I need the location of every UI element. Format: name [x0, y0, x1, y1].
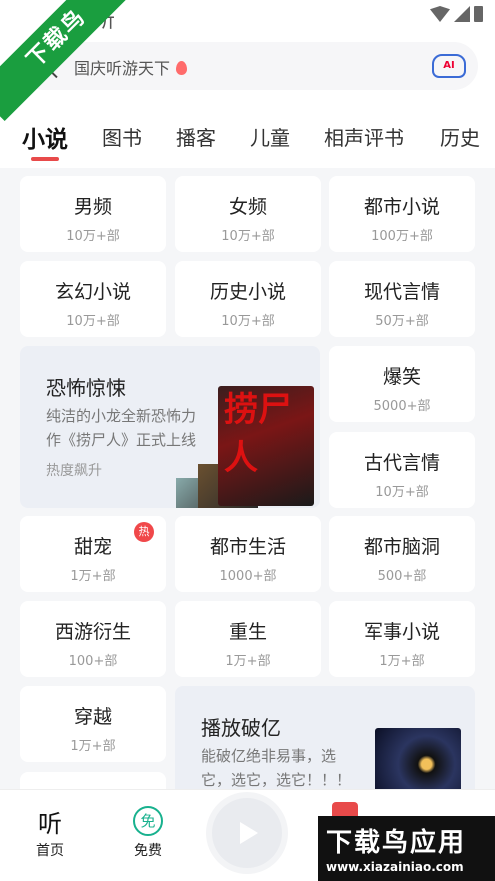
category-name: 西游衍生 — [54, 621, 131, 643]
category-count: 100+部 — [68, 654, 118, 669]
category-name: 男频 — [73, 196, 112, 218]
category-name: 古代言情 — [363, 452, 440, 474]
free-icon: 免 — [133, 806, 163, 836]
feature-card-horror[interactable]: 恐怖惊悚 纯洁的小龙全新恐怖力作《捞尸人》正式上线 热度飙升 捞尸人 — [20, 346, 320, 508]
book-cover-main: 捞尸人 — [218, 386, 314, 506]
category-card-time-travel[interactable]: 穿越 1万+部 — [20, 686, 166, 762]
category-count: 500+部 — [377, 569, 427, 584]
category-card-sweet[interactable]: 甜宠 1万+部 热 — [20, 516, 166, 592]
category-card-fantasy[interactable]: 玄幻小说 10万+部 — [20, 261, 166, 337]
feature-card-hit[interactable]: 播放破亿 能破亿绝非易事，选它，选它，选它！！！ — [175, 686, 475, 789]
listen-icon: 听 — [38, 810, 62, 838]
tab-indicator — [31, 157, 59, 161]
category-card-urban-life[interactable]: 都市生活 1000+部 — [175, 516, 321, 592]
category-card-female[interactable]: 女频 10万+部 — [175, 176, 321, 252]
category-card-male[interactable]: 男频 10万+部 — [20, 176, 166, 252]
category-card-military[interactable]: 军事小说 1万+部 — [329, 601, 475, 677]
category-count: 10万+部 — [221, 229, 275, 244]
category-count: 10万+部 — [375, 485, 429, 500]
tab-children[interactable]: 儿童 — [250, 122, 290, 151]
signal-icon — [454, 6, 470, 22]
category-card-ancient-romance[interactable]: 古代言情 10万+部 — [329, 432, 475, 508]
category-name: 历史小说 — [209, 281, 286, 303]
category-card-modern-romance[interactable]: 现代言情 50万+部 — [329, 261, 475, 337]
category-count: 10万+部 — [66, 314, 120, 329]
nav-label: 免费 — [134, 843, 162, 859]
feature-desc: 能破亿绝非易事，选它，选它，选它！！！ — [201, 747, 352, 789]
category-name: 玄幻小说 — [54, 281, 131, 303]
site-watermark: 下载鸟应用 www.xiazainiao.com — [318, 816, 495, 881]
nav-label: 首页 — [36, 843, 64, 859]
feature-desc: 纯洁的小龙全新恐怖力作《捞尸人》正式上线 — [46, 407, 197, 449]
category-count: 1万+部 — [70, 569, 116, 584]
category-count: 50万+部 — [375, 314, 429, 329]
category-card-history[interactable]: 历史小说 10万+部 — [175, 261, 321, 337]
tab-podcast[interactable]: 播客 — [176, 122, 216, 151]
tab-books[interactable]: 图书 — [102, 122, 142, 151]
battery-icon — [474, 6, 483, 22]
category-name: 军事小说 — [363, 621, 440, 643]
fire-icon — [176, 61, 188, 75]
category-name: 现代言情 — [363, 281, 440, 303]
search-placeholder[interactable]: 国庆听游天下 — [74, 55, 188, 79]
watermark-title: 下载鸟应用 — [326, 828, 467, 858]
wifi-icon — [430, 6, 450, 22]
category-count: 1万+部 — [379, 654, 425, 669]
category-name: 穿越 — [73, 706, 112, 728]
book-cover — [375, 728, 461, 789]
play-button[interactable] — [212, 798, 282, 868]
category-card-urban[interactable]: 都市小说 100万+部 — [329, 176, 475, 252]
status-icons — [430, 6, 483, 22]
category-name: 都市生活 — [209, 536, 286, 558]
category-card-partial[interactable] — [20, 772, 166, 789]
category-count: 100万+部 — [371, 229, 433, 244]
category-count: 5000+部 — [373, 399, 431, 414]
ai-assistant-icon[interactable]: AI — [432, 54, 466, 78]
category-card-rebirth[interactable]: 重生 1万+部 — [175, 601, 321, 677]
category-name: 爆笑 — [382, 366, 421, 388]
category-name: 都市小说 — [363, 196, 440, 218]
search-bar[interactable]: 国庆听游天下 AI — [20, 42, 478, 90]
category-count: 1万+部 — [225, 654, 271, 669]
category-name: 重生 — [228, 621, 267, 643]
feature-title: 恐怖惊悚 — [46, 376, 126, 400]
category-count: 1000+部 — [219, 569, 277, 584]
category-count: 10万+部 — [221, 314, 275, 329]
category-count: 1万+部 — [70, 739, 116, 754]
watermark-url: www.xiazainiao.com — [326, 860, 464, 874]
category-tabs: 小说 图书 播客 儿童 相声评书 历史 — [0, 102, 495, 168]
tab-novel[interactable]: 小说 — [22, 120, 68, 154]
feature-title: 播放破亿 — [201, 716, 281, 740]
category-card-journey-west[interactable]: 西游衍生 100+部 — [20, 601, 166, 677]
category-name: 都市脑洞 — [363, 536, 440, 558]
category-card-funny[interactable]: 爆笑 5000+部 — [329, 346, 475, 422]
play-icon — [240, 822, 258, 844]
category-count: 10万+部 — [66, 229, 120, 244]
category-grid: 男频 10万+部 女频 10万+部 都市小说 100万+部 玄幻小说 10万+部… — [0, 168, 495, 789]
nav-home[interactable]: 听 首页 — [20, 804, 80, 860]
category-card-urban-brainstorm[interactable]: 都市脑洞 500+部 — [329, 516, 475, 592]
category-name: 女频 — [228, 196, 267, 218]
tab-crosstalk[interactable]: 相声评书 — [324, 122, 404, 151]
hot-badge: 热 — [134, 522, 154, 542]
tab-history[interactable]: 历史 — [440, 122, 480, 151]
nav-free[interactable]: 免 免费 — [118, 804, 178, 860]
feature-tag: 热度飙升 — [46, 463, 102, 479]
